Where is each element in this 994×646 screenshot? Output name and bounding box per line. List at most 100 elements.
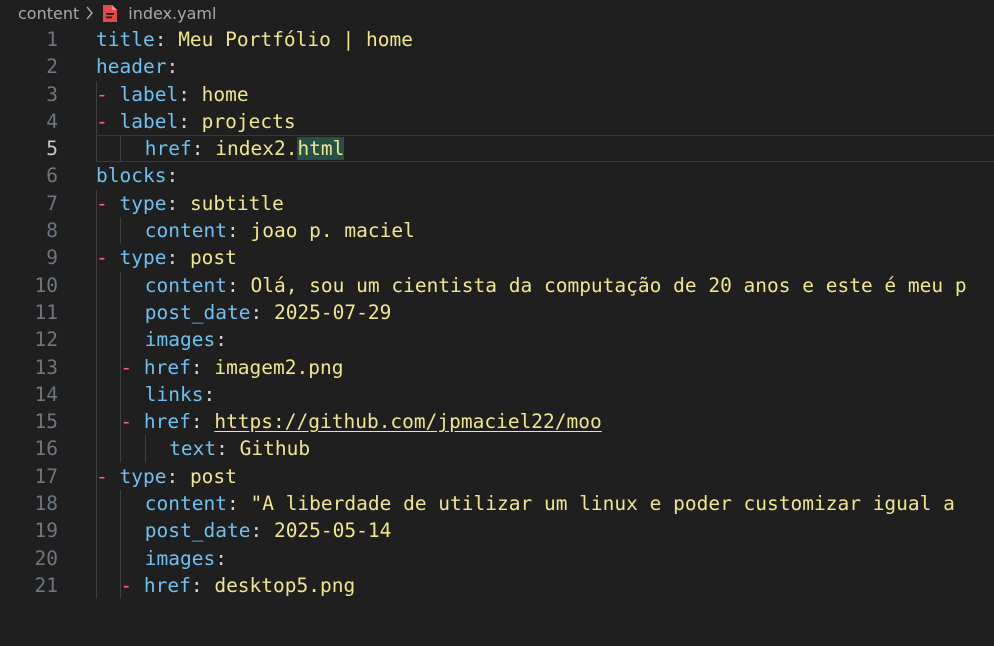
- yaml-value: subtitle: [189, 191, 284, 215]
- line-content: header:: [96, 53, 178, 80]
- list-dash: -: [96, 82, 120, 106]
- line-content: - type: post: [96, 463, 237, 490]
- code-line[interactable]: 20 images:: [0, 544, 994, 572]
- indent-guide: [96, 435, 97, 463]
- code-lines[interactable]: 1 title: Meu Portfólio | home 2 header: 3 - l…: [0, 26, 994, 600]
- line-content: - href: imagem2.png: [120, 354, 343, 381]
- code-line[interactable]: 2 header:: [0, 53, 994, 80]
- line-number: 8: [46, 219, 58, 243]
- line-number: 2: [46, 55, 58, 79]
- line-content: images:: [145, 545, 227, 572]
- yaml-key: images: [144, 328, 216, 352]
- breadcrumb-folder[interactable]: content: [18, 4, 79, 23]
- yaml-key: label: [119, 82, 179, 106]
- yaml-separator: :: [215, 328, 227, 352]
- line-number: 3: [46, 82, 58, 106]
- line-number: 7: [46, 191, 58, 215]
- line-number: 5: [46, 137, 58, 161]
- yaml-separator: :: [203, 382, 216, 406]
- line-number: 4: [46, 109, 58, 133]
- line-number: 14: [34, 382, 58, 406]
- yaml-separator: :: [226, 273, 251, 297]
- code-line[interactable]: 4 - label: projects: [0, 107, 994, 136]
- line-number: 12: [34, 328, 58, 352]
- code-line[interactable]: 7 - type: subtitle: [0, 189, 994, 218]
- code-line[interactable]: 12 images:: [0, 326, 994, 354]
- code-line[interactable]: 6 blocks:: [0, 162, 994, 189]
- code-line[interactable]: 17 - type: post: [0, 462, 994, 491]
- yaml-value: Github: [239, 437, 311, 461]
- code-line[interactable]: 21 - href: desktop5.png: [0, 571, 994, 600]
- indent-guide: [96, 135, 97, 163]
- code-line[interactable]: 3 - label: home: [0, 80, 994, 108]
- line-content: title: Meu Portfólio | home: [96, 26, 413, 53]
- code-editor[interactable]: content index.yaml 1 title: Meu Portfólio…: [0, 0, 994, 646]
- yaml-value: 2025-05-14: [273, 519, 392, 543]
- line-content: post_date: 2025-07-29: [145, 299, 392, 326]
- yaml-value: desktop5.png: [214, 573, 356, 597]
- yaml-value: projects: [201, 109, 296, 133]
- yaml-value: imagem2.png: [214, 355, 344, 379]
- line-content: links:: [145, 381, 215, 408]
- indent-guide: [96, 517, 97, 545]
- line-number: 20: [34, 546, 58, 570]
- code-line[interactable]: 18 content: "A liberdade de utilizar um l…: [0, 490, 994, 518]
- selection-highlight: html: [297, 137, 345, 161]
- yaml-value: index2.: [215, 137, 298, 161]
- yaml-key: title: [96, 28, 155, 51]
- code-line[interactable]: 11 post_date: 2025-07-29: [0, 298, 994, 327]
- line-content: content: joao p. maciel: [145, 217, 415, 244]
- code-line[interactable]: 9 - type: post: [0, 244, 994, 272]
- yaml-key: type: [119, 464, 167, 488]
- line-content: - label: projects: [96, 108, 296, 135]
- yaml-key: type: [119, 246, 167, 270]
- indent-guide: [120, 326, 122, 354]
- yaml-key: images: [144, 546, 216, 570]
- yaml-value: joao p. maciel: [250, 219, 415, 243]
- yaml-link-value[interactable]: https://github.com/jpmaciel22/moo: [214, 410, 601, 433]
- yaml-key: post_date: [144, 300, 251, 324]
- line-number: 11: [34, 300, 58, 324]
- indent-guide: [120, 380, 122, 409]
- yaml-key: label: [119, 109, 179, 133]
- yaml-key: text: [169, 437, 217, 461]
- indent-guide: [120, 490, 122, 518]
- indent-guide: [120, 298, 122, 327]
- line-number: 18: [34, 492, 58, 516]
- yaml-value: post: [189, 246, 237, 270]
- breadcrumb-file[interactable]: index.yaml: [128, 4, 216, 23]
- indent-guide: [120, 217, 122, 245]
- yaml-key: content: [144, 273, 227, 297]
- line-content: - type: subtitle: [96, 190, 284, 217]
- list-dash: -: [120, 573, 144, 597]
- yaml-key: href: [143, 410, 191, 434]
- yaml-key: content: [144, 492, 227, 516]
- yaml-file-icon: [102, 4, 118, 23]
- indent-guide: [120, 135, 122, 163]
- yaml-value: "A liberdade de utilizar um linux e pode…: [250, 492, 967, 516]
- indent-guide: [96, 353, 97, 381]
- yaml-separator: :: [190, 355, 215, 379]
- yaml-separator: :: [178, 82, 202, 106]
- yaml-separator: :: [166, 246, 190, 270]
- line-number: 1: [46, 28, 58, 51]
- yaml-value: Meu Portfólio | home: [178, 28, 413, 51]
- code-line[interactable]: 14 links:: [0, 380, 994, 409]
- indent-guide: [96, 298, 97, 327]
- indent-guide: [96, 271, 97, 299]
- line-content: content: Olá, sou um cientista da comput…: [145, 272, 967, 299]
- yaml-key: links: [144, 382, 204, 406]
- code-line[interactable]: 16 text: Github: [0, 435, 994, 463]
- code-line[interactable]: 13 - href: imagem2.png: [0, 353, 994, 381]
- code-line[interactable]: 5 href: index2.html: [0, 135, 994, 163]
- code-line[interactable]: 10 content: Olá, sou um cientista da comp…: [0, 271, 994, 299]
- yaml-separator: :: [190, 573, 215, 597]
- code-line[interactable]: 15 - href: https://github.com/jpmaciel22/…: [0, 408, 994, 436]
- code-line[interactable]: 8 content: joao p. maciel: [0, 217, 994, 245]
- yaml-key: blocks: [96, 164, 167, 188]
- code-line[interactable]: 1 title: Meu Portfólio | home: [0, 26, 994, 53]
- code-line[interactable]: 19 post_date: 2025-05-14: [0, 517, 994, 545]
- list-dash: -: [120, 355, 144, 379]
- yaml-key: href: [144, 137, 192, 161]
- yaml-separator: :: [191, 137, 216, 161]
